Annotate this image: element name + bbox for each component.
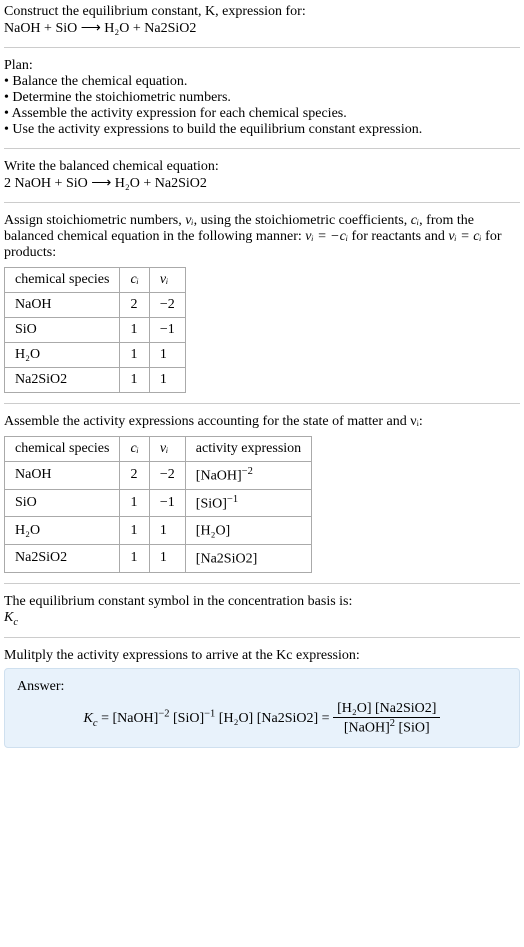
- plan-bullet-4: • Use the activity expressions to build …: [4, 122, 520, 138]
- result-heading: Mulitply the activity expressions to arr…: [4, 648, 520, 664]
- col-species: chemical species: [5, 268, 120, 293]
- cell-nu: 1: [149, 343, 185, 368]
- col-activity: activity expression: [185, 437, 311, 462]
- expr-t2: [SiO]: [170, 711, 205, 726]
- cell-nu: 1: [149, 544, 185, 572]
- table-row: Na2SiO2 1 1: [5, 368, 186, 393]
- act-exp: −2: [242, 466, 253, 477]
- cell-nu: −2: [149, 293, 185, 318]
- act-base: [NaOH]: [196, 469, 242, 484]
- activity-heading: Assemble the activity expressions accoun…: [4, 414, 520, 430]
- plan-bullet-1: • Balance the chemical equation.: [4, 74, 520, 90]
- cell-ci: 1: [120, 517, 149, 545]
- cell-ci: 1: [120, 544, 149, 572]
- kc-symbol: Kc: [4, 610, 520, 628]
- cell-ci: 1: [120, 368, 149, 393]
- kc-c: c: [13, 616, 18, 627]
- nu-symbol: νᵢ: [185, 213, 193, 228]
- question-equation: NaOH + SiO ⟶ H₂O + Na2SiO2: [4, 20, 520, 37]
- cell-nu: 1: [149, 517, 185, 545]
- col-nu: νᵢ: [149, 268, 185, 293]
- table-row: NaOH 2 −2: [5, 293, 186, 318]
- stoich-table: chemical species cᵢ νᵢ NaOH 2 −2 SiO 1 −…: [4, 267, 186, 393]
- symbol-block: The equilibrium constant symbol in the c…: [4, 583, 520, 638]
- cell-species: NaOH: [5, 462, 120, 490]
- cell-species: SiO: [5, 489, 120, 517]
- expr-e1: −2: [158, 709, 169, 720]
- cell-species: H₂O: [5, 517, 120, 545]
- balanced-equation: 2 NaOH + SiO ⟶ H₂O + Na2SiO2: [4, 175, 520, 192]
- plan-bullet-2: • Determine the stoichiometric numbers.: [4, 90, 520, 106]
- den-a: [NaOH]: [344, 721, 390, 736]
- plan-heading: Plan:: [4, 58, 520, 74]
- cell-nu: 1: [149, 368, 185, 393]
- question-block: Construct the equilibrium constant, K, e…: [4, 4, 520, 47]
- table-row: H₂O 1 1: [5, 343, 186, 368]
- cell-activity: [SiO]−1: [185, 489, 311, 517]
- col-ci: cᵢ: [120, 437, 149, 462]
- answer-label: Answer:: [17, 679, 507, 695]
- question-text: Construct the equilibrium constant, K, e…: [4, 4, 306, 19]
- table-header-row: chemical species cᵢ νᵢ: [5, 268, 186, 293]
- table-header-row: chemical species cᵢ νᵢ activity expressi…: [5, 437, 312, 462]
- cell-ci: 1: [120, 489, 149, 517]
- cell-ci: 1: [120, 343, 149, 368]
- kc-k: K: [4, 610, 13, 625]
- cell-ci: 1: [120, 318, 149, 343]
- balanced-heading: Write the balanced chemical equation:: [4, 159, 520, 175]
- cell-species: H₂O: [5, 343, 120, 368]
- assign-block: Assign stoichiometric numbers, νᵢ, using…: [4, 202, 520, 403]
- expr-fraction: [H₂O] [Na2SiO2][NaOH]2 [SiO]: [333, 701, 440, 737]
- assign-eq1: νᵢ = −cᵢ: [305, 229, 348, 244]
- cell-species: Na2SiO2: [5, 544, 120, 572]
- assign-text: Assign stoichiometric numbers, νᵢ, using…: [4, 213, 520, 261]
- result-block: Mulitply the activity expressions to arr…: [4, 637, 520, 758]
- col-ci: cᵢ: [120, 268, 149, 293]
- table-row: SiO 1 −1 [SiO]−1: [5, 489, 312, 517]
- den-b: [SiO]: [395, 721, 430, 736]
- expr-e2: −1: [204, 709, 215, 720]
- cell-ci: 2: [120, 462, 149, 490]
- col-species: chemical species: [5, 437, 120, 462]
- assign-text-a: Assign stoichiometric numbers,: [4, 213, 185, 228]
- frac-den: [NaOH]2 [SiO]: [333, 718, 440, 737]
- balanced-block: Write the balanced chemical equation: 2 …: [4, 148, 520, 202]
- table-row: H₂O 1 1 [H₂O]: [5, 517, 312, 545]
- cell-ci: 2: [120, 293, 149, 318]
- activity-table: chemical species cᵢ νᵢ activity expressi…: [4, 436, 312, 573]
- act-base: [Na2SiO2]: [196, 552, 257, 567]
- plan-block: Plan: • Balance the chemical equation. •…: [4, 47, 520, 148]
- cell-activity: [Na2SiO2]: [185, 544, 311, 572]
- table-row: NaOH 2 −2 [NaOH]−2: [5, 462, 312, 490]
- symbol-heading: The equilibrium constant symbol in the c…: [4, 594, 520, 610]
- cell-activity: [H₂O]: [185, 517, 311, 545]
- table-row: Na2SiO2 1 1 [Na2SiO2]: [5, 544, 312, 572]
- act-exp: −1: [227, 494, 238, 505]
- cell-nu: −1: [149, 489, 185, 517]
- answer-expression: Kc = [NaOH]−2 [SiO]−1 [H₂O] [Na2SiO2] = …: [17, 701, 507, 737]
- kc-k: K: [84, 711, 93, 726]
- plan-bullet-3: • Assemble the activity expression for e…: [4, 106, 520, 122]
- cell-nu: −2: [149, 462, 185, 490]
- question-line1: Construct the equilibrium constant, K, e…: [4, 4, 520, 20]
- ci-symbol: cᵢ: [411, 213, 419, 228]
- assign-text-b: , using the stoichiometric coefficients,: [194, 213, 411, 228]
- cell-nu: −1: [149, 318, 185, 343]
- cell-activity: [NaOH]−2: [185, 462, 311, 490]
- act-base: [H₂O]: [196, 524, 230, 539]
- expr-t1: = [NaOH]: [98, 711, 159, 726]
- assign-eq2: νᵢ = cᵢ: [448, 229, 481, 244]
- cell-species: NaOH: [5, 293, 120, 318]
- act-base: [SiO]: [196, 496, 227, 511]
- answer-box: Answer: Kc = [NaOH]−2 [SiO]−1 [H₂O] [Na2…: [4, 668, 520, 748]
- frac-num: [H₂O] [Na2SiO2]: [333, 701, 440, 718]
- table-row: SiO 1 −1: [5, 318, 186, 343]
- col-nu: νᵢ: [149, 437, 185, 462]
- cell-species: SiO: [5, 318, 120, 343]
- activity-block: Assemble the activity expressions accoun…: [4, 403, 520, 583]
- expr-t3: [H₂O] [Na2SiO2] =: [215, 711, 333, 726]
- assign-text-d: for reactants and: [348, 229, 448, 244]
- cell-species: Na2SiO2: [5, 368, 120, 393]
